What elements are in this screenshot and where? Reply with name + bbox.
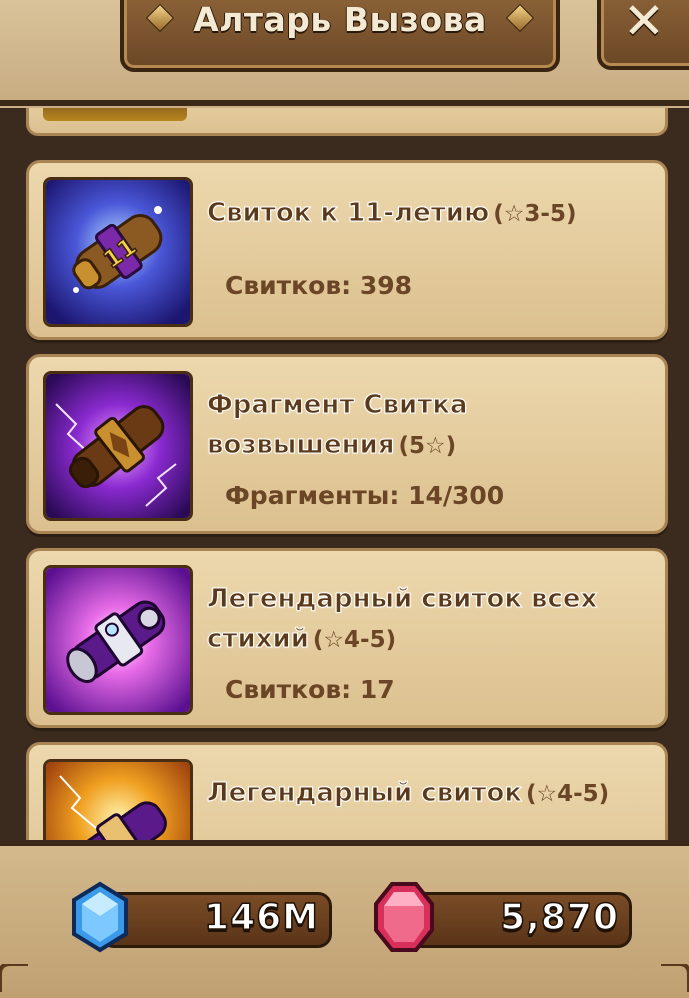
legendary-all-attribute-scroll-icon: [43, 565, 193, 715]
scroll-grade: (☆4-5): [525, 781, 610, 807]
scroll-name: Легендарный свиток всех стихий (☆4-5): [206, 579, 647, 660]
scroll-count: Свитков: 17: [225, 675, 395, 704]
scroll-list[interactable]: 11 Свиток к 11-летию(☆3-5) Свитков: 398: [0, 108, 689, 840]
scroll-title-line2: возвышения: [207, 430, 396, 461]
close-button[interactable]: ✕: [597, 0, 689, 70]
window-title: Алтарь Вызова: [193, 0, 487, 39]
scroll-title-line1: Фрагмент Свитка: [207, 390, 469, 421]
anniversary-scroll-icon: 11: [43, 177, 193, 327]
crystal-amount: 146M: [203, 896, 319, 939]
scroll-title: Легендарный свиток: [207, 778, 523, 809]
list-item-transcendence-fragment[interactable]: Фрагмент Свитка возвышения (5☆) Фрагменты…: [26, 354, 668, 534]
ruby-amount: 5,870: [499, 896, 619, 939]
scroll-name: Фрагмент Свитка возвышения (5☆): [207, 385, 647, 466]
scroll-name: Легендарный свиток (☆4-5): [207, 773, 647, 814]
scroll-thumbnail-partial: [43, 108, 187, 121]
close-icon: ✕: [623, 0, 665, 50]
title-plate: Алтарь Вызова: [120, 0, 560, 72]
scroll-count: Свитков: 398: [225, 271, 413, 300]
frame-corner-ornament-icon: [661, 964, 689, 992]
list-item-legendary-scroll[interactable]: Легендарный свиток (☆4-5): [26, 742, 668, 840]
scroll-title-line1: Легендарный свиток всех: [206, 584, 598, 615]
blue-crystal-icon: [68, 880, 132, 954]
list-item-partial[interactable]: [26, 108, 668, 136]
transcendence-scroll-fragment-icon: [43, 371, 193, 521]
red-ruby-icon: [372, 880, 436, 954]
list-item-legendary-all-attribute-scroll[interactable]: Легендарный свиток всех стихий (☆4-5) Сви…: [26, 548, 668, 728]
scroll-grade: (5☆): [398, 433, 457, 459]
scroll-grade: (☆4-5): [312, 627, 397, 653]
scroll-grade: (☆3-5): [493, 201, 577, 227]
list-item-anniversary-scroll[interactable]: 11 Свиток к 11-летию (☆3-5) Свитков: 398: [26, 160, 668, 340]
window-header: Алтарь Вызова ✕: [0, 0, 689, 106]
scroll-name: Свиток к 11-летию (☆3-5): [206, 193, 647, 234]
frame-corner-ornament-icon: [0, 964, 28, 992]
fragment-count: Фрагменты: 14/300: [225, 481, 505, 510]
scroll-title: Свиток к 11-летию: [206, 198, 490, 229]
legendary-scroll-icon: [43, 759, 193, 840]
crystal-counter[interactable]: 146M: [100, 892, 332, 948]
scroll-title-line2: стихий: [207, 624, 310, 655]
ruby-counter[interactable]: 5,870: [404, 892, 632, 948]
